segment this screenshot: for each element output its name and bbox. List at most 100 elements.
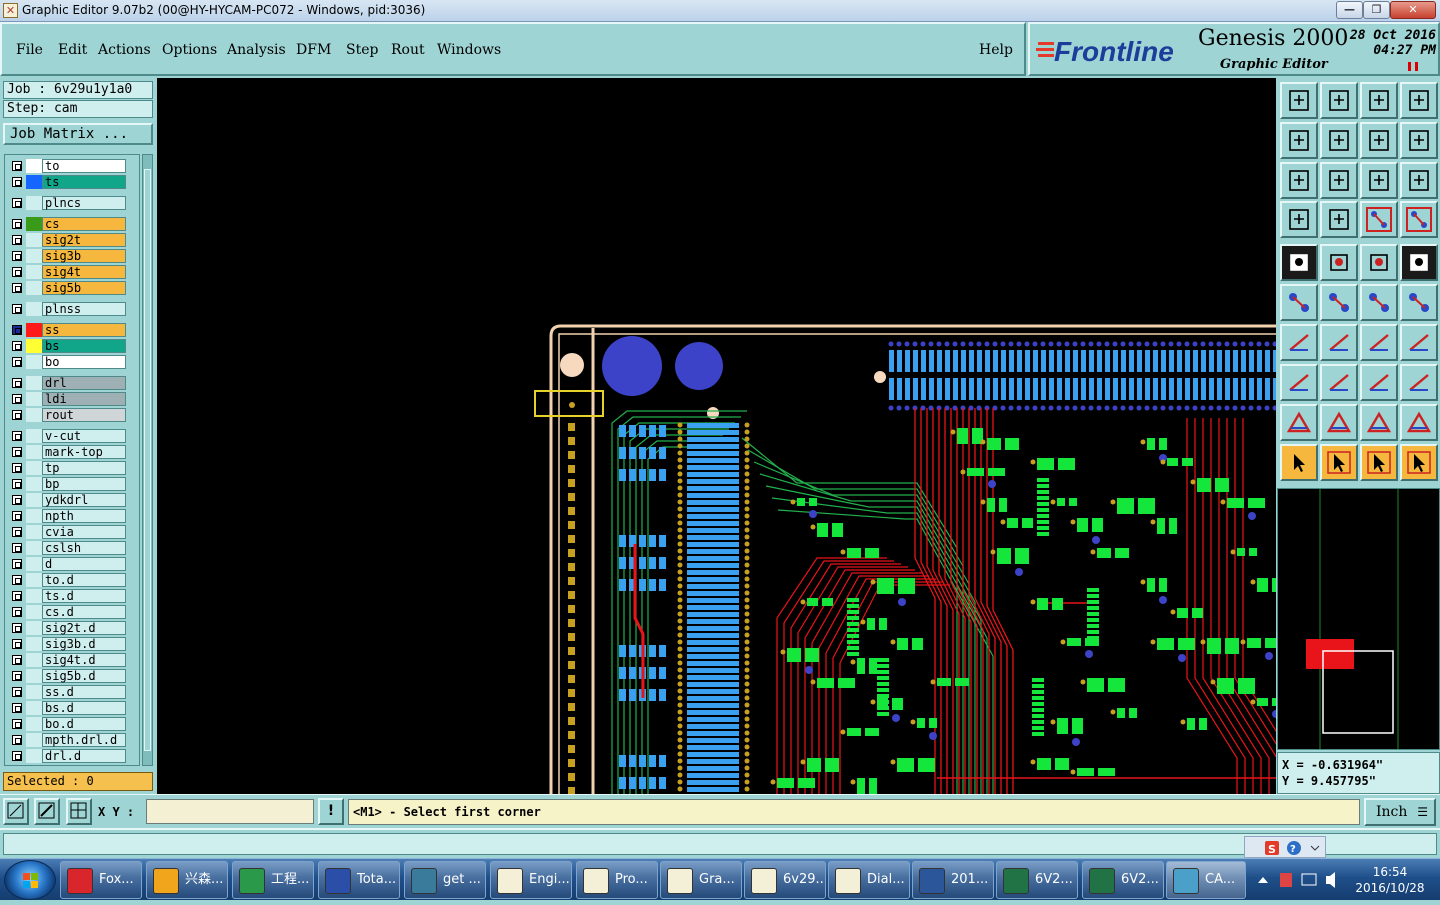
overview-map[interactable]	[1277, 488, 1440, 750]
layer-color-swatch[interactable]	[26, 429, 42, 443]
transform-button[interactable]	[1400, 364, 1438, 401]
layer-color-swatch[interactable]	[26, 605, 42, 619]
taskbar-button[interactable]: 6v29...	[744, 861, 826, 899]
minimize-button[interactable]: —	[1336, 1, 1363, 19]
layer-name[interactable]: sig4t.d	[42, 653, 126, 667]
layer-color-swatch[interactable]	[26, 265, 42, 279]
fit-button[interactable]	[1280, 162, 1318, 199]
zoom-extents-button[interactable]	[1320, 82, 1358, 119]
layer-row[interactable]: ss.d	[8, 685, 126, 699]
taskbar-button[interactable]: Pro...	[576, 861, 658, 899]
menu-dfm[interactable]: DFM	[296, 42, 331, 58]
select-box-button[interactable]	[1320, 444, 1358, 481]
layer-checkbox[interactable]	[12, 410, 22, 420]
layer-color-swatch[interactable]	[26, 392, 42, 406]
grid-snap-button[interactable]	[66, 798, 92, 825]
menu-help[interactable]: Help	[979, 42, 1013, 58]
layer-name[interactable]: sig5b.d	[42, 669, 126, 683]
layer-row[interactable]: v-cut	[8, 429, 126, 443]
taskbar-button[interactable]: get ...	[404, 861, 486, 899]
layer-row[interactable]: sig3b.d	[8, 637, 126, 651]
layer-checkbox[interactable]	[12, 543, 22, 553]
help-button[interactable]	[1400, 162, 1438, 199]
layer-name[interactable]: sig5b	[42, 281, 126, 295]
taskbar-button[interactable]: 6V2...	[1082, 861, 1164, 899]
arc-button[interactable]	[1360, 324, 1398, 361]
layer-row[interactable]: bp	[8, 477, 126, 491]
layer-name[interactable]: sig2t.d	[42, 621, 126, 635]
layer-row[interactable]: tp	[8, 461, 126, 475]
taskbar-button[interactable]: Fox...	[60, 861, 142, 899]
layer-row[interactable]: sig4t	[8, 265, 126, 279]
layer-row[interactable]: sig2t.d	[8, 621, 126, 635]
layer-checkbox[interactable]	[12, 639, 22, 649]
snap-button[interactable]	[1280, 364, 1318, 401]
taskbar-button[interactable]: Tota...	[318, 861, 400, 899]
layer-row[interactable]: mark-top	[8, 445, 126, 459]
layer-checkbox[interactable]	[12, 283, 22, 293]
layer-checkbox[interactable]	[12, 591, 22, 601]
layer-checkbox[interactable]	[12, 198, 22, 208]
layer-checkbox[interactable]	[12, 219, 22, 229]
layer-name[interactable]: cs.d	[42, 605, 126, 619]
layer-color-swatch[interactable]	[26, 323, 42, 337]
measure-button[interactable]	[1280, 201, 1318, 238]
pause-icon[interactable]	[1408, 62, 1418, 71]
triangle-down-button[interactable]	[1400, 404, 1438, 441]
angle-button[interactable]	[1280, 324, 1318, 361]
menu-options[interactable]: Options	[162, 42, 217, 58]
layer-color-swatch[interactable]	[26, 717, 42, 731]
layer-row[interactable]: npth	[8, 509, 126, 523]
prompt-info-button[interactable]: !	[318, 798, 344, 825]
layer-row[interactable]: cs.d	[8, 605, 126, 619]
layer-color-swatch[interactable]	[26, 541, 42, 555]
taskbar-button[interactable]: Engi...	[490, 861, 572, 899]
layer-color-swatch[interactable]	[26, 445, 42, 459]
layer-checkbox[interactable]	[12, 479, 22, 489]
layer-name[interactable]: sig2t	[42, 233, 126, 247]
layer-checkbox[interactable]	[12, 161, 22, 171]
menu-analysis[interactable]: Analysis	[227, 42, 286, 58]
layer-color-swatch[interactable]	[26, 557, 42, 571]
layer-name[interactable]: bp	[42, 477, 126, 491]
layer-color-swatch[interactable]	[26, 749, 42, 763]
zoom-home-button[interactable]	[1280, 82, 1318, 119]
taskbar-button[interactable]: 工程...	[232, 861, 314, 899]
center-button[interactable]	[1360, 122, 1398, 159]
layer-row[interactable]: drl.d	[8, 749, 126, 763]
layer-row[interactable]: sig4t.d	[8, 653, 126, 667]
layer-name[interactable]: drl	[42, 376, 126, 390]
layer-color-swatch[interactable]	[26, 477, 42, 491]
connect-button[interactable]	[1360, 284, 1398, 321]
layer-checkbox[interactable]	[12, 304, 22, 314]
layer-color-swatch[interactable]	[26, 653, 42, 667]
layer-checkbox[interactable]	[12, 703, 22, 713]
restore-button[interactable]: ❐	[1363, 1, 1390, 19]
layer-row[interactable]: rout	[8, 408, 126, 422]
layer-checkbox[interactable]	[12, 394, 22, 404]
pad-button[interactable]	[1400, 244, 1438, 281]
layer-checkbox[interactable]	[12, 463, 22, 473]
taskbar-button[interactable]: Gra...	[660, 861, 742, 899]
taskbar-button[interactable]: 兴森...	[146, 861, 228, 899]
layer-name[interactable]: bo.d	[42, 717, 126, 731]
triangle-button[interactable]	[1280, 404, 1318, 441]
layer-row[interactable]: bo.d	[8, 717, 126, 731]
layer-color-swatch[interactable]	[26, 408, 42, 422]
layer-name[interactable]: mpth.drl.d	[42, 733, 126, 747]
draw-poly-button[interactable]	[1320, 244, 1358, 281]
net-button[interactable]	[1280, 284, 1318, 321]
layer-color-swatch[interactable]	[26, 175, 42, 189]
layer-row[interactable]: plncs	[8, 196, 126, 210]
layer-color-swatch[interactable]	[26, 589, 42, 603]
layer-checkbox[interactable]	[12, 607, 22, 617]
move-node-button[interactable]	[1400, 284, 1438, 321]
layer-checkbox[interactable]	[12, 495, 22, 505]
layer-checkbox[interactable]	[12, 559, 22, 569]
menu-file[interactable]: File	[16, 42, 43, 58]
layer-color-swatch[interactable]	[26, 525, 42, 539]
layer-checkbox[interactable]	[12, 341, 22, 351]
zoom-1to1-button[interactable]	[1360, 162, 1398, 199]
layer-checkbox[interactable]	[12, 267, 22, 277]
taskbar-button[interactable]: CA...	[1166, 861, 1246, 899]
